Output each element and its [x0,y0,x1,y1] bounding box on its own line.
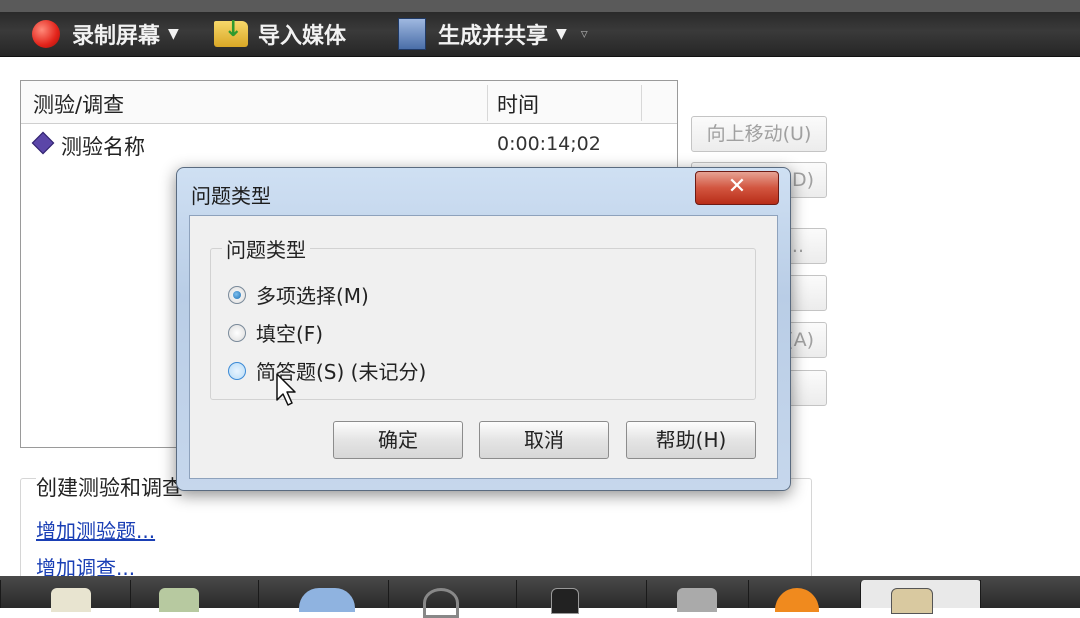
close-button[interactable]: ✕ [695,171,779,205]
share-label: 生成并共享 [438,24,549,49]
taskbar-tile[interactable] [130,580,251,612]
radio-fill-in-blank[interactable]: 填空(F) [228,318,323,347]
taskbar-tile[interactable] [258,580,379,612]
cancel-button[interactable]: 取消 [479,421,609,459]
list-item[interactable]: 测验名称 0:00:14;02 [21,125,677,165]
column-header-quiz[interactable]: 测验/调查 [33,89,124,119]
taskbar-tile[interactable] [980,580,1080,608]
close-icon: ✕ [727,174,747,199]
quiz-time: 0:00:14;02 [497,133,601,155]
main-toolbar: 录制屏幕 ▼ 导入媒体 生成并共享 ▼ ▿ [0,0,1080,57]
move-up-button[interactable]: 向上移动(U) [691,116,827,152]
import-label: 导入媒体 [258,24,347,49]
group-title: 问题类型 [222,234,310,263]
radio-button-checked[interactable] [228,285,246,304]
taskbar-tile[interactable] [388,580,509,618]
taskbar-tile[interactable] [0,580,121,612]
mouse-cursor-icon [276,373,296,406]
column-divider[interactable] [487,85,488,121]
taskbar-tile[interactable] [748,580,869,612]
column-header-time[interactable]: 时间 [497,89,539,119]
diamond-icon [31,131,55,155]
ok-button[interactable]: 确定 [333,421,463,459]
radio-button[interactable] [228,323,246,342]
transition-icon [677,588,717,612]
import-media-button[interactable]: 导入媒体 [214,14,346,54]
create-section-title: 创建测验和调查 [36,472,187,502]
quiz-name: 测验名称 [61,135,145,159]
quiz-clipboard-icon [891,588,933,614]
cursor-effects-icon [775,588,819,612]
taskbar-tile-quiz-active[interactable] [860,580,981,614]
zoom-icon [423,588,459,618]
radio-multiple-choice[interactable]: 多项选择(M) [228,280,369,309]
chevron-down-icon: ▼ [168,26,179,42]
radio-label: 填空(F) [256,322,324,346]
dialog-title: 问题类型 [191,184,271,208]
record-label: 录制屏幕 [72,24,161,49]
record-icon [32,20,60,48]
toolbar-top-strip [0,0,1080,12]
document-icon [51,588,91,612]
share-icon [398,18,426,50]
folder-import-icon [214,17,248,47]
library-icon [159,588,199,612]
help-button[interactable]: 帮助(H) [626,421,756,459]
overflow-chevron-icon[interactable]: ▿ [581,26,588,42]
record-screen-button[interactable]: 录制屏幕 ▼ [32,14,179,54]
add-quiz-link[interactable]: 增加测验题... [36,515,155,544]
bottom-taskbar [0,576,1080,618]
chevron-down-icon: ▼ [556,26,567,42]
produce-share-button[interactable]: 生成并共享 ▼ ▿ [398,14,588,54]
radio-short-answer[interactable]: 简答题(S) (未记分) [228,356,426,385]
column-divider[interactable] [641,85,642,121]
audio-icon [551,588,579,614]
radio-label: 多项选择(M) [256,284,369,308]
callout-icon [299,588,355,612]
taskbar-tile[interactable] [516,580,637,614]
radio-button-hover[interactable] [228,361,246,380]
list-header: 测验/调查 时间 [21,81,677,124]
